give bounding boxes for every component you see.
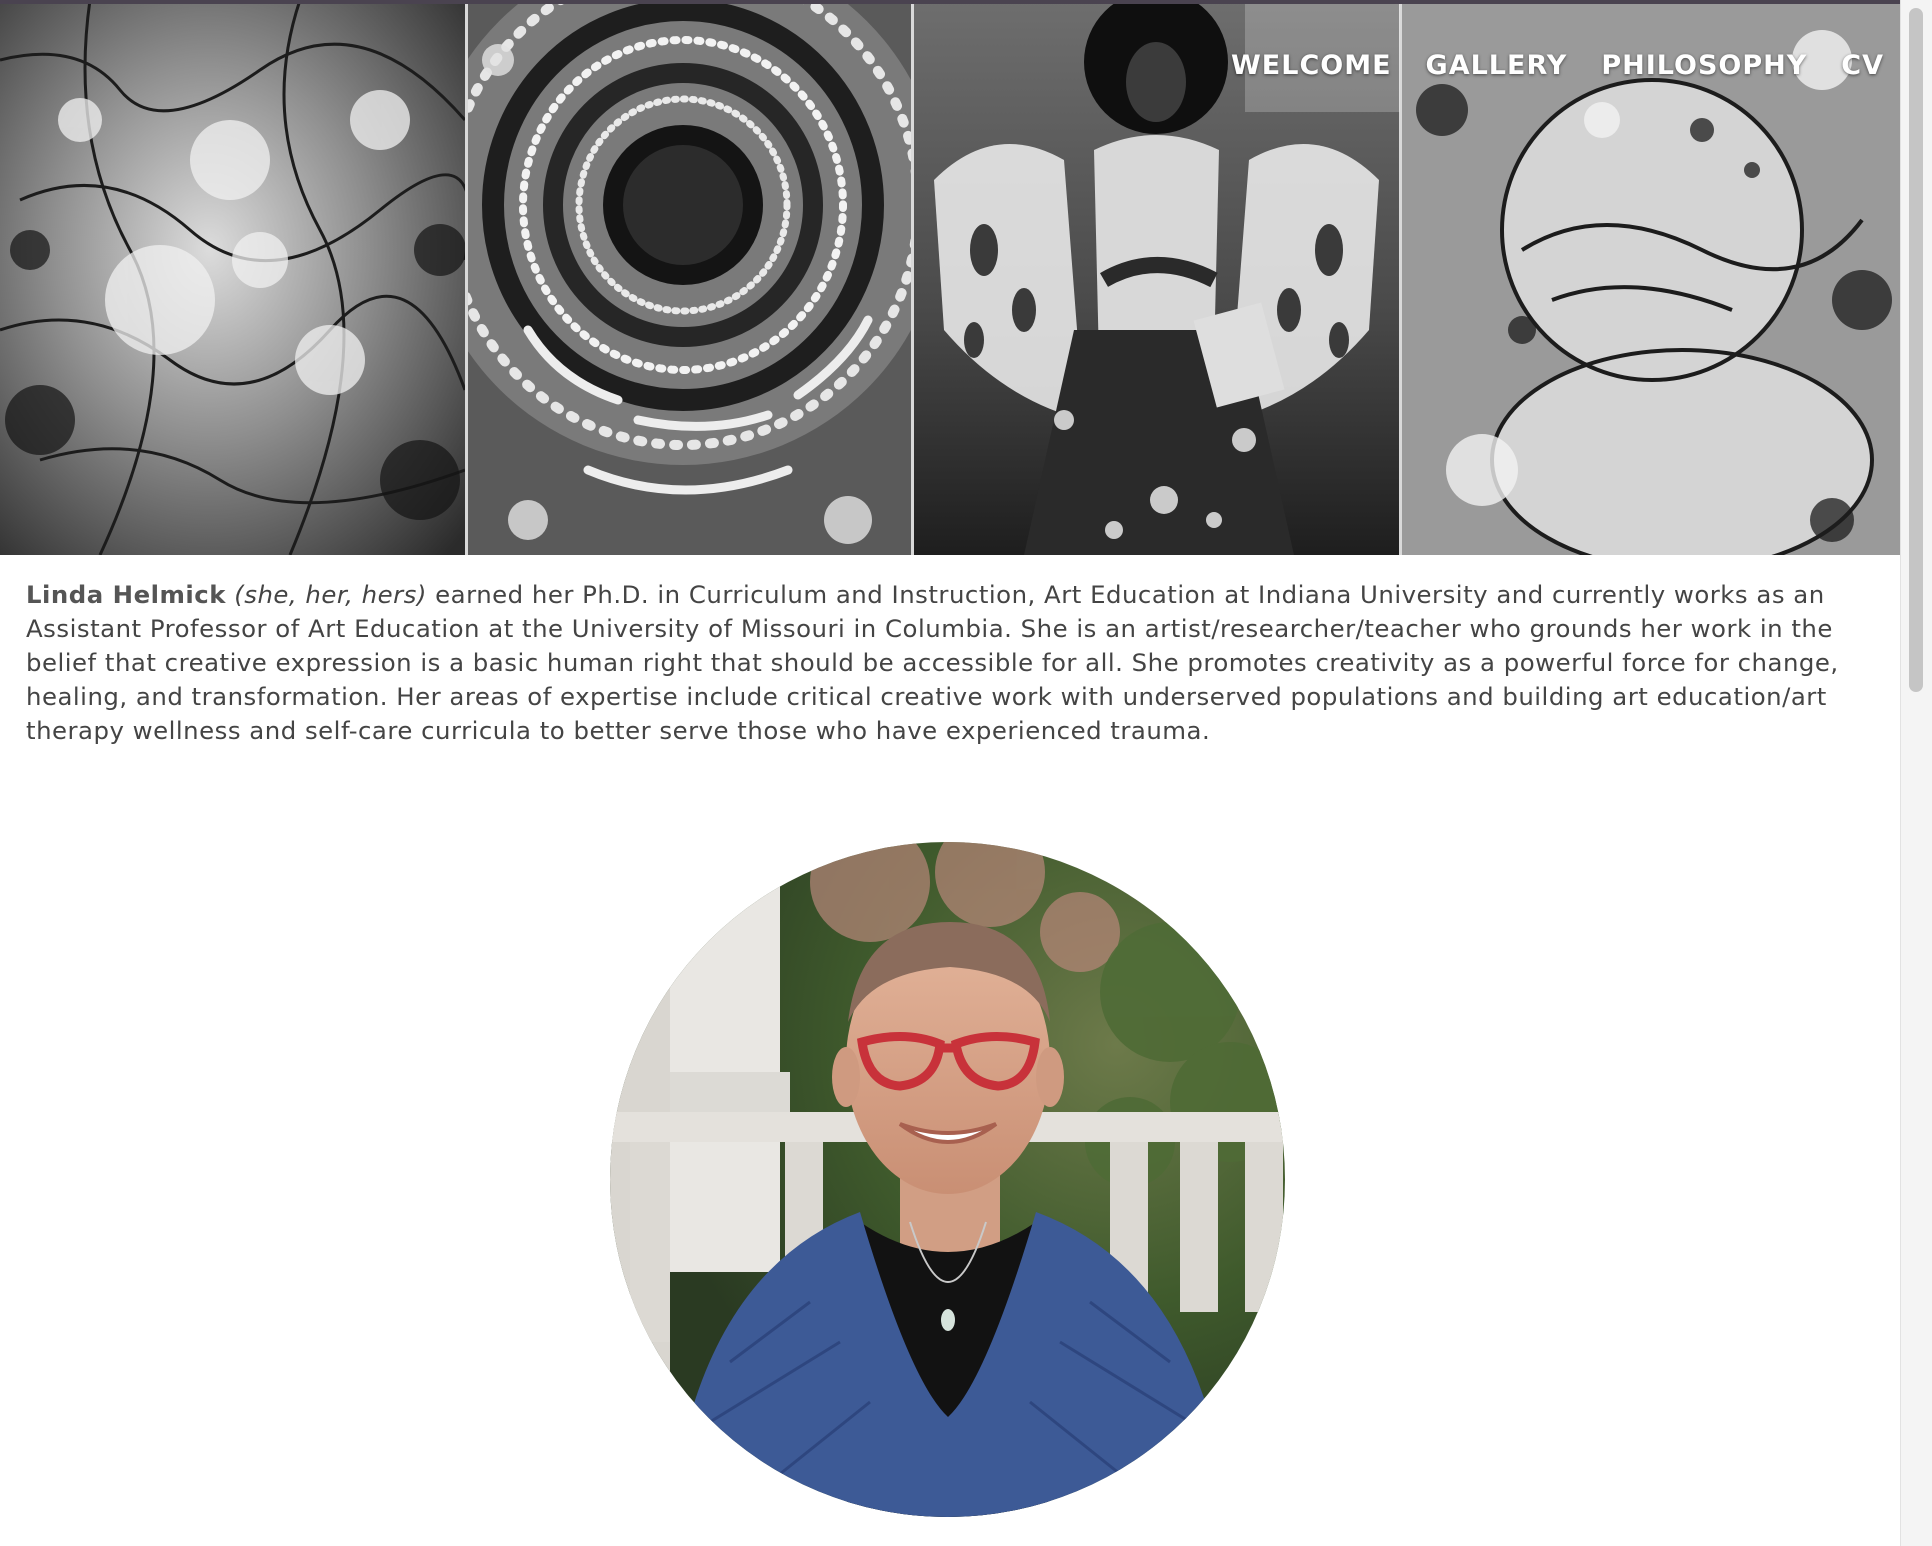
scrollbar[interactable] [1900,0,1932,1546]
hero-banner [0,0,1900,555]
nav-philosophy[interactable]: PHILOSOPHY [1601,50,1807,81]
page: WELCOME GALLERY PHILOSOPHY CV Linda Helm… [0,0,1932,1546]
bio-name: Linda Helmick [26,580,226,609]
hero-artwork-organic [1402,0,1900,555]
main-navigation: WELCOME GALLERY PHILOSOPHY CV [1231,50,1884,81]
nav-gallery[interactable]: GALLERY [1426,50,1568,81]
nav-cv[interactable]: CV [1841,50,1884,81]
window-top-edge [0,0,1900,4]
bio-paragraph: Linda Helmick (she, her, hers) earned he… [26,578,1876,748]
bio-pronouns: (she, her, hers) [234,580,427,609]
scrollbar-thumb[interactable] [1909,8,1923,692]
hero-artwork-spiral [468,0,911,555]
portrait-photo [610,842,1285,1517]
hero-artwork-crackled [0,0,465,555]
nav-welcome[interactable]: WELCOME [1231,50,1392,81]
